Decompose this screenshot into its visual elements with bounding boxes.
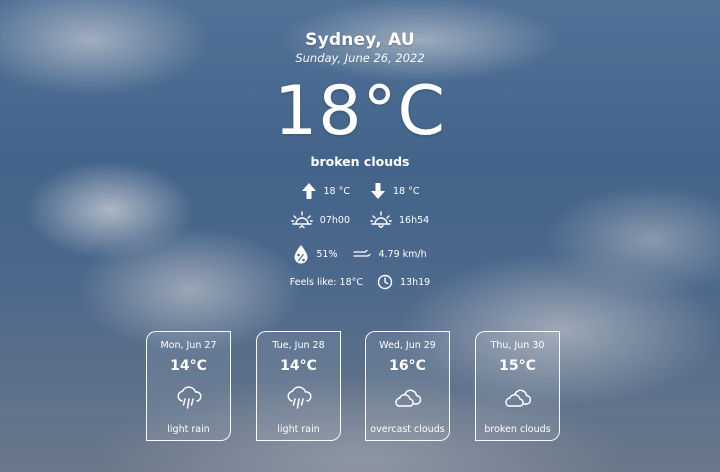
sunset: 16h54 [370, 211, 429, 229]
forecast-card[interactable]: Tue, Jun 28 14°C light rain [256, 331, 341, 441]
temp-min: 18 °C [370, 182, 420, 200]
sunrise-icon [290, 211, 313, 229]
forecast-card[interactable]: Wed, Jun 29 16°C overcast clouds [365, 331, 450, 441]
sun-row: 07h00 16h54 [0, 211, 720, 229]
current-date: Sunday, June 26, 2022 [295, 51, 425, 65]
forecast-description: broken clouds [484, 424, 551, 435]
wind-icon [353, 248, 372, 260]
forecast-description: light rain [277, 424, 320, 435]
sunrise: 07h00 [290, 211, 350, 229]
forecast-date: Thu, Jun 30 [490, 340, 545, 351]
local-time: 13h19 [377, 274, 430, 290]
sunrise-time: 07h00 [319, 214, 350, 226]
feels-like: Feels like: 18°C [289, 276, 364, 288]
forecast-temp: 14°C [280, 358, 317, 374]
temp-max-value: 18 °C [323, 185, 351, 197]
humidity: 51% [293, 244, 337, 264]
forecast-card[interactable]: Thu, Jun 30 15°C broken clouds [475, 331, 560, 441]
forecast-description: overcast clouds [370, 424, 445, 435]
city-name: Sydney, AU [305, 30, 415, 50]
clouds-icon [503, 386, 533, 414]
temp-range-row: 18 °C 18 °C [0, 182, 720, 200]
forecast-date: Tue, Jun 28 [272, 340, 325, 351]
forecast-description: light rain [167, 424, 210, 435]
current-temperature: 18°C [273, 72, 446, 151]
sunset-icon [370, 211, 392, 229]
humidity-value: 51% [316, 248, 338, 260]
feels-row: Feels like: 18°C 13h19 [0, 274, 720, 290]
wind: 4.79 km/h [353, 248, 427, 260]
clouds-icon [393, 386, 423, 414]
local-time-value: 13h19 [400, 276, 431, 288]
conditions-row: 51% 4.79 km/h [0, 244, 720, 264]
rain-cloud-icon [284, 386, 314, 416]
forecast-card[interactable]: Mon, Jun 27 14°C light rain [146, 331, 231, 441]
forecast-temp: 14°C [170, 358, 207, 374]
sunset-time: 16h54 [399, 214, 430, 226]
forecast-date: Wed, Jun 29 [379, 340, 436, 351]
arrow-up-icon [301, 182, 317, 200]
weather-description: broken clouds [310, 154, 410, 169]
wind-value: 4.79 km/h [378, 248, 427, 260]
forecast-temp: 15°C [499, 358, 536, 374]
temp-min-value: 18 °C [393, 185, 420, 197]
forecast-date: Mon, Jun 27 [160, 340, 217, 351]
clock-icon [377, 274, 393, 290]
rain-cloud-icon [174, 386, 204, 416]
forecast-temp: 16°C [389, 358, 426, 374]
background-overlay [0, 0, 720, 472]
temp-max: 18 °C [301, 182, 351, 200]
arrow-down-icon [370, 182, 386, 200]
humidity-icon [293, 244, 309, 264]
